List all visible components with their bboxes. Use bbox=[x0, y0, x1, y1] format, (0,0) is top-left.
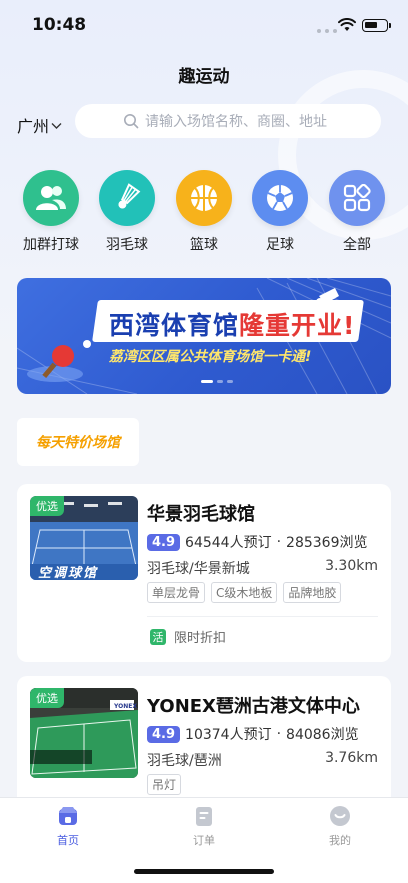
search-placeholder: 请输入场馆名称、商圈、地址 bbox=[145, 114, 327, 130]
city-label: 广州 bbox=[17, 117, 50, 136]
banner-pagination bbox=[201, 380, 233, 383]
category-football[interactable]: 足球 bbox=[244, 170, 316, 254]
view-count: 84086浏览 bbox=[286, 727, 359, 743]
venue-distance: 3.30km bbox=[325, 558, 378, 574]
profile-icon bbox=[300, 804, 380, 828]
search-icon bbox=[124, 114, 139, 129]
venue-name: YONEX琶洲古港文体中心 bbox=[147, 696, 360, 717]
tab-label: 首页 bbox=[57, 834, 79, 847]
tab-profile[interactable]: 我的 bbox=[300, 804, 380, 848]
banner-title: 西湾体育馆隆重开业! bbox=[109, 311, 356, 340]
featured-badge: 优选 bbox=[30, 688, 64, 708]
status-time: 10:48 bbox=[32, 15, 87, 35]
order-icon bbox=[164, 804, 244, 828]
category-badminton[interactable]: 羽毛球 bbox=[91, 170, 163, 254]
tab-orders[interactable]: 订单 bbox=[164, 804, 244, 848]
chevron-down-icon bbox=[51, 123, 62, 129]
venue-distance: 3.76km bbox=[325, 750, 378, 766]
promo-banner[interactable]: 西湾体育馆隆重开业! 荔湾区区属公共体育场馆一卡通! bbox=[17, 278, 391, 394]
rating-badge: 4.9 bbox=[147, 725, 181, 743]
thumb-caption: 空调球馆 bbox=[38, 566, 99, 580]
venue-tag: 吊灯 bbox=[147, 774, 182, 795]
category-label: 加群打球 bbox=[23, 237, 79, 253]
category-all[interactable]: 全部 bbox=[321, 170, 393, 254]
category-label: 全部 bbox=[343, 237, 371, 253]
venue-stats: 4.9 10374人预订 · 84086浏览 bbox=[147, 724, 359, 744]
category-label: 羽毛球 bbox=[106, 237, 148, 253]
daily-special-label: 每天特价场馆 bbox=[36, 435, 120, 451]
pagination-dot bbox=[217, 380, 223, 383]
tab-label: 订单 bbox=[193, 834, 215, 847]
category-label: 足球 bbox=[266, 237, 294, 253]
category-basketball[interactable]: 篮球 bbox=[168, 170, 240, 254]
category-grid: 加群打球 羽毛球 篮球 足球 全部 bbox=[0, 170, 408, 260]
promo-text: 限时折扣 bbox=[174, 631, 227, 646]
view-count: 285369浏览 bbox=[286, 535, 368, 551]
venue-card[interactable]: 空调球馆 优选 华景羽毛球馆 4.9 64544人预订 · 285369浏览 羽… bbox=[17, 484, 391, 662]
venue-thumbnail: 空调球馆 优选 bbox=[30, 496, 138, 580]
tab-home[interactable]: 首页 bbox=[28, 804, 108, 848]
tab-label: 我的 bbox=[329, 834, 351, 847]
home-icon bbox=[28, 804, 108, 828]
venue-sport-area: 羽毛球/华景新城 bbox=[147, 561, 250, 577]
status-bar: 10:48 bbox=[0, 0, 408, 50]
stats-separator: · bbox=[276, 726, 282, 742]
basketball-icon bbox=[176, 170, 232, 226]
daily-special-tab[interactable]: 每天特价场馆 bbox=[17, 418, 139, 466]
svg-text:YONEX: YONEX bbox=[113, 703, 137, 710]
page-title: 趣运动 bbox=[178, 67, 230, 87]
battery-icon bbox=[362, 19, 391, 32]
venue-sport-area: 羽毛球/琶洲 bbox=[147, 753, 222, 769]
featured-badge: 优选 bbox=[30, 496, 64, 516]
city-selector[interactable]: 广州 bbox=[17, 113, 62, 137]
venue-stats: 4.9 64544人预订 · 285369浏览 bbox=[147, 532, 367, 552]
group-icon bbox=[23, 170, 79, 226]
football-icon bbox=[252, 170, 308, 226]
venue-tag: 品牌地胶 bbox=[283, 582, 342, 603]
venue-tag: 单层龙骨 bbox=[147, 582, 206, 603]
search-input[interactable]: 请输入场馆名称、商圈、地址 bbox=[75, 104, 381, 138]
venue-promo: 活 限时折扣 bbox=[150, 627, 226, 646]
shuttlecock-icon bbox=[99, 170, 155, 226]
pagination-dot bbox=[227, 380, 233, 383]
venue-card[interactable]: YONEX 优选 YONEX琶洲古港文体中心 4.9 10374人预订 · 84… bbox=[17, 676, 391, 816]
venue-tag: C级木地板 bbox=[211, 582, 278, 603]
booking-count: 10374人预订 bbox=[185, 727, 272, 743]
divider bbox=[147, 616, 378, 617]
venue-tags: 单层龙骨 C级木地板 品牌地胶 bbox=[147, 582, 342, 603]
pagination-dot bbox=[201, 380, 213, 383]
home-indicator bbox=[134, 869, 274, 874]
category-label: 篮球 bbox=[190, 237, 218, 253]
grid-icon bbox=[329, 170, 385, 226]
category-join-group[interactable]: 加群打球 bbox=[15, 170, 87, 254]
venue-thumbnail: YONEX 优选 bbox=[30, 688, 138, 778]
rating-badge: 4.9 bbox=[147, 533, 181, 551]
more-dots-icon[interactable] bbox=[316, 28, 338, 34]
stats-separator: · bbox=[276, 534, 282, 550]
booking-count: 64544人预订 bbox=[185, 535, 272, 551]
banner-subtitle: 荔湾区区属公共体育场馆一卡通! bbox=[109, 349, 312, 365]
venue-tags: 吊灯 bbox=[147, 774, 182, 795]
wifi-icon bbox=[338, 18, 356, 31]
venue-name: 华景羽毛球馆 bbox=[147, 504, 255, 525]
promo-badge: 活 bbox=[150, 628, 166, 645]
